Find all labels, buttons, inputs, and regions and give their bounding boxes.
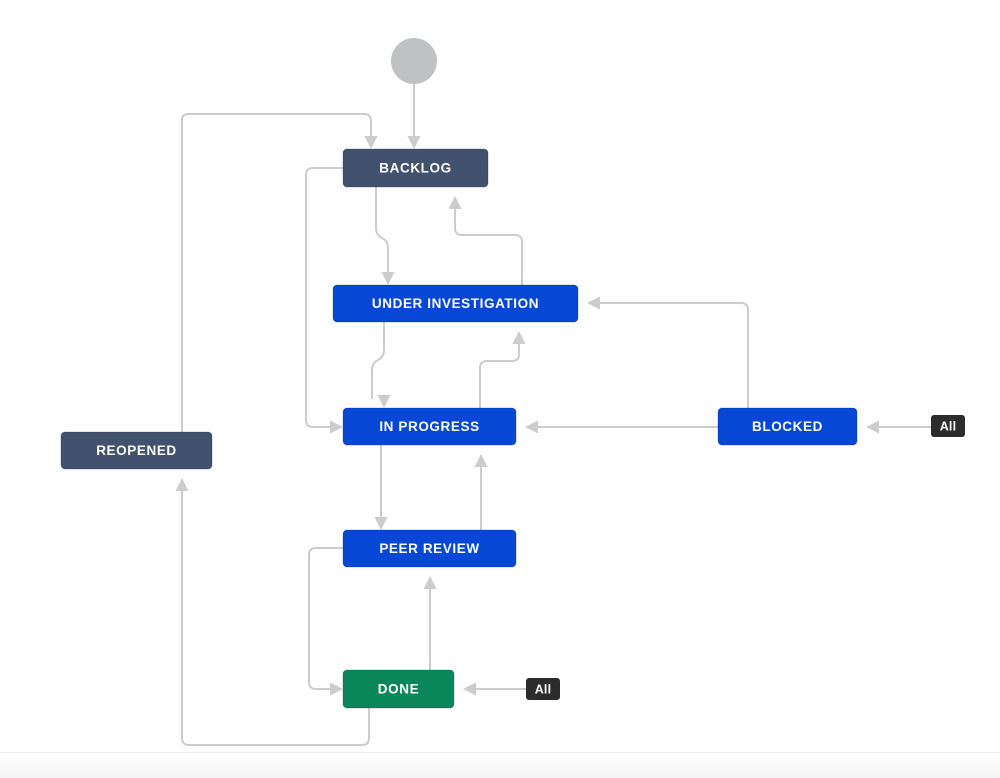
node-done-label: DONE <box>378 682 419 697</box>
edge-done-to-reopened <box>176 478 370 745</box>
edge-under-investigation-to-backlog <box>449 196 523 285</box>
node-blocked[interactable]: BLOCKED <box>718 408 857 445</box>
edge-done-to-peer-review <box>424 576 437 670</box>
node-under-investigation[interactable]: UNDER INVESTIGATION <box>333 285 578 322</box>
node-peer-review-label: PEER REVIEW <box>379 541 479 556</box>
edge-all-to-blocked <box>866 421 931 434</box>
badge-all-blocked[interactable]: All <box>931 415 965 437</box>
edge-in-progress-to-under-investigation <box>480 331 526 408</box>
footer-strip <box>0 752 1000 778</box>
node-done[interactable]: DONE <box>343 670 454 708</box>
node-reopened[interactable]: REOPENED <box>61 432 212 469</box>
badges-layer: All All <box>526 415 965 700</box>
edge-start-to-backlog <box>408 84 421 149</box>
node-backlog-label: BACKLOG <box>379 161 451 176</box>
edge-peer-review-to-done <box>309 548 343 696</box>
badge-all-done-label: All <box>535 682 552 696</box>
node-in-progress[interactable]: IN PROGRESS <box>343 408 516 445</box>
edge-under-investigation-to-in-progress <box>372 322 391 408</box>
edge-all-to-done <box>463 683 526 696</box>
node-backlog[interactable]: BACKLOG <box>343 149 488 187</box>
node-under-investigation-label: UNDER INVESTIGATION <box>372 296 539 311</box>
workflow-diagram-canvas: BACKLOG UNDER INVESTIGATION IN PROGRESS … <box>0 0 1000 778</box>
edge-blocked-to-under-investigation <box>587 297 748 409</box>
start-node[interactable] <box>391 38 437 84</box>
node-blocked-label: BLOCKED <box>752 419 823 434</box>
edge-backlog-to-under-investigation <box>376 187 395 285</box>
edge-blocked-to-in-progress <box>525 421 718 434</box>
node-in-progress-label: IN PROGRESS <box>379 419 479 434</box>
edge-peer-review-to-in-progress <box>475 454 488 530</box>
badge-all-done[interactable]: All <box>526 678 560 700</box>
edge-in-progress-to-peer-review <box>375 445 388 530</box>
badge-all-blocked-label: All <box>940 419 957 433</box>
nodes-layer: BACKLOG UNDER INVESTIGATION IN PROGRESS … <box>61 38 857 708</box>
node-peer-review[interactable]: PEER REVIEW <box>343 530 516 567</box>
node-reopened-label: REOPENED <box>96 443 177 458</box>
